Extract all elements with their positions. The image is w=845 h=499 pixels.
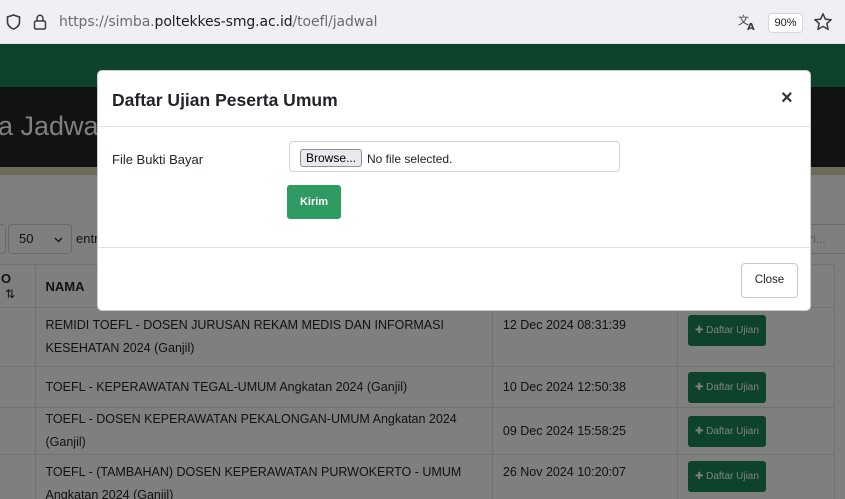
translate-icon[interactable]: 文 A xyxy=(738,13,758,31)
register-exam-modal: Daftar Ujian Peserta Umum × File Bukti B… xyxy=(97,70,811,311)
browse-button[interactable]: Browse... xyxy=(300,149,363,167)
zoom-level-button[interactable]: 90% xyxy=(768,13,803,33)
url-host: poltekkes-smg.ac.id xyxy=(154,14,293,30)
url-path: /toefl/jadwal xyxy=(292,14,378,30)
modal-footer xyxy=(98,247,810,310)
shield-icon[interactable] xyxy=(6,14,21,30)
lock-icon[interactable] xyxy=(33,14,47,30)
modal-header: Daftar Ujian Peserta Umum × xyxy=(98,71,810,127)
submit-button[interactable]: Kirim xyxy=(287,185,341,219)
file-field-label: File Bukti Bayar xyxy=(112,152,204,167)
modal-title: Daftar Ujian Peserta Umum xyxy=(112,90,338,110)
close-button[interactable]: Close xyxy=(741,263,798,298)
star-icon[interactable] xyxy=(813,12,833,32)
file-upload-field[interactable]: Browse... No file selected. xyxy=(289,141,620,172)
url-prefix: https://simba. xyxy=(59,14,155,30)
svg-text:A: A xyxy=(747,22,755,31)
url-field[interactable]: https://simba.poltekkes-smg.ac.id/toefl/… xyxy=(59,14,378,30)
no-file-text: No file selected. xyxy=(367,152,453,166)
close-icon[interactable]: × xyxy=(781,88,793,108)
browser-toolbar: https://simba.poltekkes-smg.ac.id/toefl/… xyxy=(0,0,845,44)
